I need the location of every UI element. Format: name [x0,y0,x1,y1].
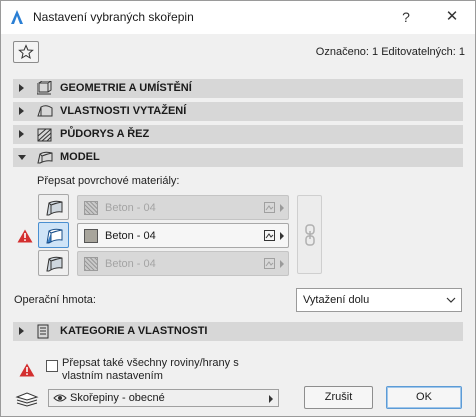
expand-arrow-icon [19,84,24,92]
section-label: GEOMETRIE A UMÍSTĚNÍ [60,82,192,94]
section-category-header[interactable]: KATEGORIE A VLASTNOSTI [13,322,463,341]
dialog-window: Nastavení vybraných skořepin ? ✕ Označen… [0,0,476,417]
warning-icon [19,363,35,377]
section-extrusion-header[interactable]: VLASTNOSTI VYTAŽENÍ [13,102,463,121]
material-swatch [84,201,98,215]
material-picker-icon[interactable] [264,229,277,242]
material-name: Beton - 04 [105,202,156,214]
star-icon [18,44,34,60]
extrusion-icon [37,105,53,117]
chevron-right-icon [280,260,284,268]
collapse-arrow-icon [18,155,26,160]
section-label: MODEL [60,151,100,163]
material-picker-icon [264,202,275,213]
chevron-right-icon [280,204,284,212]
material-row-top: Beton - 04 [77,195,289,220]
window-title: Nastavení vybraných skořepin [33,10,194,24]
operation-hmota-label: Operační hmota: [14,294,96,306]
chain-link-icon [305,224,315,246]
layers-icon [15,392,39,407]
eye-icon [53,394,67,402]
help-button[interactable]: ? [395,7,417,27]
geometry-icon [37,81,52,95]
expand-arrow-icon [19,130,24,138]
material-name: Beton - 04 [105,258,156,270]
expand-arrow-icon [19,107,24,115]
material-swatch [84,229,98,243]
material-row-bottom: Beton - 04 [77,251,289,276]
chevron-right-icon [269,395,273,403]
bottom-surface-icon [46,256,63,272]
section-floorplan-header[interactable]: PŮDORYS A ŘEZ [13,125,463,144]
material-name: Beton - 04 [105,230,156,242]
override-planes-checkbox[interactable] [46,360,58,372]
view-settings-select[interactable]: Skořepiny - obecné [48,389,279,407]
override-materials-label: Přepsat povrchové materiály: [37,175,180,187]
select-value: Vytažení dolu [303,294,370,306]
section-label: KATEGORIE A VLASTNOSTI [60,325,208,337]
section-geometry-header[interactable]: GEOMETRIE A UMÍSTĚNÍ [13,79,463,98]
top-surface-icon [46,200,63,216]
warning-icon [17,229,33,243]
chevron-down-icon [446,297,456,303]
override-planes-label[interactable]: Přepsat také všechny roviny/hrany s vlas… [62,357,272,383]
chevron-right-icon[interactable] [280,232,284,240]
top-surface-button[interactable] [38,194,69,220]
ok-button[interactable]: OK [386,386,462,409]
link-materials-button[interactable] [297,195,322,274]
section-label: VLASTNOSTI VYTAŽENÍ [60,105,187,117]
close-button[interactable]: ✕ [441,7,463,27]
material-row-side[interactable]: Beton - 04 [77,223,289,248]
bottom-surface-button[interactable] [38,250,69,276]
floorplan-icon [37,128,52,142]
model-icon [37,151,53,164]
favorites-button[interactable] [13,41,39,63]
expand-arrow-icon [19,327,24,335]
selection-count: Označeno: 1 Editovatelných: 1 [315,46,465,58]
side-surface-button[interactable] [38,222,69,248]
material-picker-icon [264,258,275,269]
section-label: PŮDORYS A ŘEZ [60,128,150,140]
cancel-button[interactable]: Zrušit [304,386,373,409]
operation-hmota-select[interactable]: Vytažení dolu [296,288,462,312]
section-model-header[interactable]: MODEL [13,148,463,167]
archicad-logo-icon [11,10,23,24]
material-swatch [84,257,98,271]
title-bar: Nastavení vybraných skořepin ? ✕ [1,1,475,34]
side-surface-icon [46,228,63,244]
select-value: Skořepiny - obecné [70,392,165,404]
list-icon [37,324,49,339]
